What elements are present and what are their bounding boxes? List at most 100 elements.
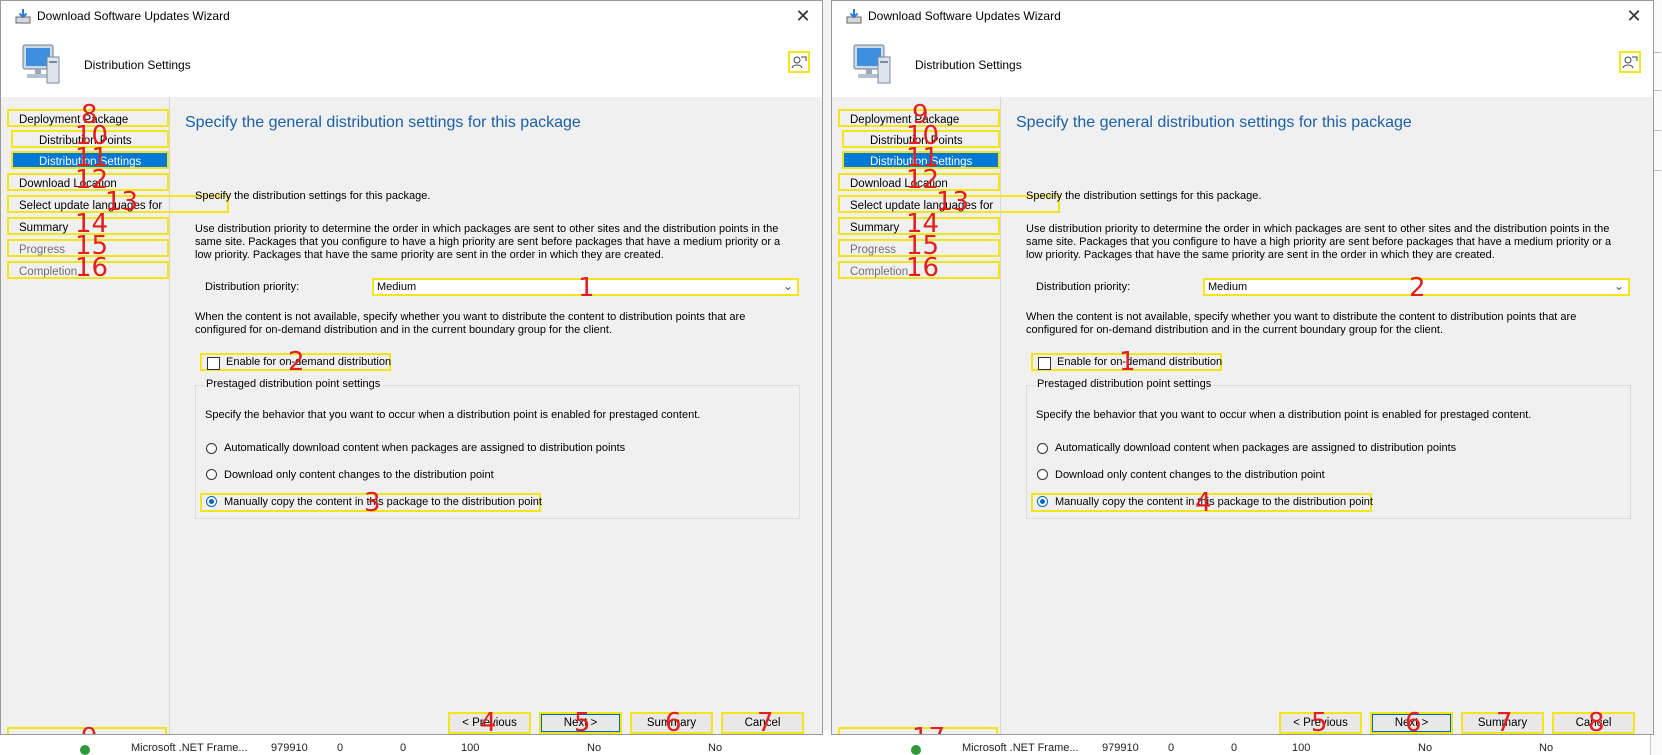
nav-download-location[interactable]: Download Location (7, 173, 169, 191)
help-icon[interactable] (1619, 51, 1641, 73)
ondemand-checkbox[interactable]: Enable for on-demand distribution (200, 353, 391, 371)
download-icon (846, 9, 862, 24)
page-title: Specify the general distribution setting… (185, 114, 581, 131)
nav-distribution-points[interactable]: Distribution Points (11, 130, 169, 148)
ondemand-description: When the content is not available, speci… (1026, 311, 1577, 336)
nav-label: Deployment Package (19, 114, 129, 126)
radio-auto-download[interactable] (1037, 443, 1048, 454)
wizard-banner: Distribution Settings (832, 33, 1653, 97)
help-icon[interactable] (788, 51, 810, 73)
radio-changes-only-label: Download only content changes to the dis… (224, 469, 494, 481)
nav-completion[interactable]: Completion (838, 261, 1000, 279)
radio-manual-copy-label: Manually copy the content in this packag… (1055, 496, 1373, 508)
nav-download-location[interactable]: Download Location (838, 173, 1000, 191)
nav-deployment-package[interactable]: Deployment Package (7, 109, 169, 127)
intro-text: Specify the distribution settings for th… (1026, 190, 1262, 202)
status-dot (911, 745, 921, 755)
ondemand-label: Enable for on-demand distribution (226, 356, 392, 368)
nav-distribution-points[interactable]: Distribution Points (842, 130, 1000, 148)
nav-label: Distribution Settings (870, 156, 973, 168)
bg-row-c1: 0 (1168, 742, 1175, 754)
previous-button[interactable]: < Previous (448, 712, 531, 734)
radio-manual-copy-label: Manually copy the content in this packag… (224, 496, 542, 508)
nav-label: Deployment Package (850, 114, 960, 126)
next-button[interactable]: Next > (539, 712, 622, 734)
radio-auto-download-label: Automatically download content when pack… (1055, 442, 1457, 454)
cancel-button[interactable]: Cancel (721, 712, 804, 734)
prestaged-title: Prestaged distribution point settings (204, 378, 383, 390)
nav-completion[interactable]: Completion (7, 261, 169, 279)
bg-row-c3: 100 (461, 742, 480, 754)
next-button[interactable]: Next > (1370, 712, 1453, 734)
nav-label: Select update languages for (850, 200, 994, 212)
ondemand-checkbox[interactable]: Enable for on-demand distribution (1031, 353, 1222, 371)
nav-progress[interactable]: Progress (838, 239, 1000, 257)
prestaged-description: Specify the behavior that you want to oc… (205, 409, 701, 421)
ondemand-label: Enable for on-demand distribution (1057, 356, 1223, 368)
page-title: Specify the general distribution setting… (1016, 114, 1412, 131)
nav-deployment-package[interactable]: Deployment Package (838, 109, 1000, 127)
title-bar: Download Software Updates Wizard ✕ (832, 1, 1653, 33)
wizard-banner: Distribution Settings (1, 33, 822, 97)
wizard-nav: Deployment Package Distribution Points D… (832, 97, 1060, 734)
nav-label: Select update languages for (19, 200, 163, 212)
bg-row-name: Microsoft .NET Frame... (962, 742, 1079, 754)
close-icon[interactable]: ✕ (1623, 5, 1645, 27)
prestaged-description: Specify the behavior that you want to oc… (1036, 409, 1532, 421)
radio-changes-only[interactable] (1037, 469, 1048, 480)
priority-value: Medium (377, 281, 417, 293)
distribution-priority-select[interactable]: Medium ⌄ (1203, 278, 1630, 296)
bg-row-id: 979910 (271, 742, 308, 754)
nav-distribution-settings[interactable]: Distribution Settings (842, 151, 1000, 169)
summary-button[interactable]: Summary (630, 712, 713, 734)
bg-row-c2: 0 (1231, 742, 1238, 754)
bg-row-c4: No (587, 742, 602, 754)
banner-title: Distribution Settings (84, 58, 191, 72)
nav-label: Progress (850, 244, 897, 256)
bg-row-c5: No (708, 742, 723, 754)
bg-row-c1: 0 (337, 742, 344, 754)
nav-summary[interactable]: Summary (7, 217, 169, 235)
radio-changes-only-label: Download only content changes to the dis… (1055, 469, 1325, 481)
bg-row-c4: No (1418, 742, 1433, 754)
nav-label: Completion (19, 266, 78, 278)
cancel-button[interactable]: Cancel (1552, 712, 1635, 734)
nav-label: Distribution Points (39, 135, 132, 147)
window-title: Download Software Updates Wizard (868, 9, 1061, 23)
window-title: Download Software Updates Wizard (37, 9, 230, 23)
radio-manual-copy[interactable] (1037, 496, 1048, 507)
prestaged-title: Prestaged distribution point settings (1035, 378, 1214, 390)
priority-description: Use distribution priority to determine t… (195, 223, 781, 261)
computer-icon (22, 44, 60, 84)
previous-button[interactable]: < Previous (1279, 712, 1362, 734)
chevron-down-icon: ⌄ (1613, 279, 1624, 293)
nav-progress[interactable]: Progress (7, 239, 169, 257)
nav-label: Completion (850, 266, 909, 278)
bg-row-name: Microsoft .NET Frame... (131, 742, 248, 754)
ondemand-description: When the content is not available, speci… (195, 311, 746, 336)
wizard-window-left: Download Software Updates Wizard ✕ Distr… (0, 0, 823, 735)
nav-distribution-settings[interactable]: Distribution Settings (11, 151, 169, 169)
wizard-nav: Deployment Package Distribution Points D… (1, 97, 229, 734)
nav-summary[interactable]: Summary (838, 217, 1000, 235)
bg-row-c2: 0 (400, 742, 407, 754)
bg-row-id: 979910 (1102, 742, 1139, 754)
summary-button[interactable]: Summary (1461, 712, 1544, 734)
checkbox-box[interactable] (1038, 357, 1051, 370)
bg-row-c3: 100 (1292, 742, 1311, 754)
chevron-down-icon: ⌄ (782, 279, 793, 293)
intro-text: Specify the distribution settings for th… (195, 190, 431, 202)
priority-value: Medium (1208, 281, 1248, 293)
distribution-priority-select[interactable]: Medium ⌄ (372, 278, 799, 296)
nav-label: Download Location (19, 178, 117, 190)
radio-changes-only[interactable] (206, 469, 217, 480)
close-icon[interactable]: ✕ (792, 5, 814, 27)
radio-manual-copy[interactable] (206, 496, 217, 507)
progress-indicator (7, 727, 167, 734)
radio-auto-download[interactable] (206, 443, 217, 454)
checkbox-box[interactable] (207, 357, 220, 370)
nav-label: Distribution Points (870, 135, 963, 147)
bg-row-c5: No (1539, 742, 1554, 754)
radio-auto-download-label: Automatically download content when pack… (224, 442, 626, 454)
wizard-window-right: Download Software Updates Wizard ✕ Distr… (831, 0, 1654, 735)
